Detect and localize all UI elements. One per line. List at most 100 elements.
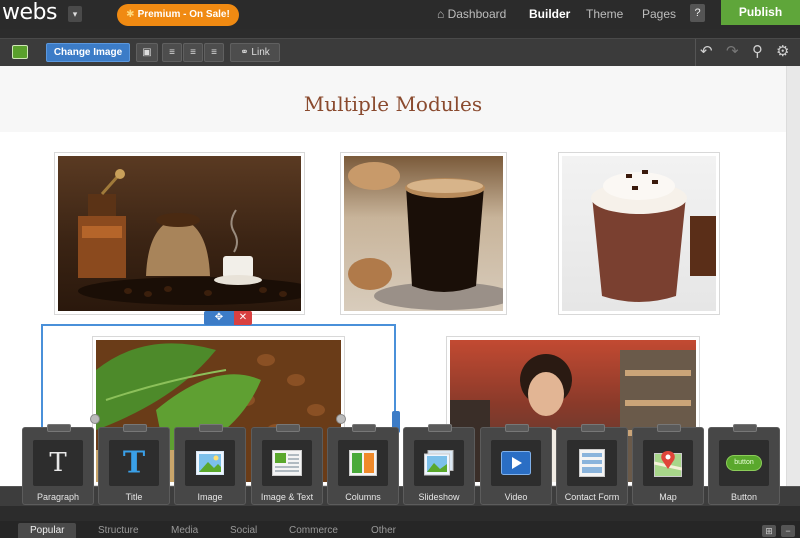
tab-commerce[interactable]: Commerce (289, 523, 338, 538)
star-icon: ✱ (126, 9, 135, 20)
module-label: Map (659, 492, 677, 502)
photo-hot-chocolate[interactable] (558, 152, 720, 315)
page-title[interactable]: Multiple Modules (0, 92, 786, 116)
module-tab (428, 424, 452, 432)
module-contact-form[interactable]: Contact Form (556, 424, 628, 505)
nav-theme[interactable]: Theme (586, 7, 623, 21)
photo-coffee-grinder[interactable] (54, 152, 305, 315)
editor-toolbar: Change Image ▣ ≡ ≡ ≡ ⚭ Link ↶ ↷ ⚲ ⚙ (0, 38, 800, 67)
resize-handle-right[interactable] (336, 414, 346, 424)
module-slideshow[interactable]: Slideshow (403, 424, 475, 505)
close-icon: ✕ (238, 312, 248, 323)
module-label: Contact Form (564, 492, 620, 502)
button-icon: button (726, 455, 762, 471)
module-columns[interactable]: Columns (327, 424, 399, 505)
module-icon-well (338, 440, 388, 486)
tab-social[interactable]: Social (230, 523, 257, 538)
change-image-button[interactable]: Change Image (46, 43, 130, 62)
module-tab (505, 424, 529, 432)
module-icon-well (262, 440, 312, 486)
module-tab (581, 424, 605, 432)
module-label: Columns (345, 492, 381, 502)
align-left-button[interactable]: ≡ (162, 43, 182, 62)
module-icon-well (567, 440, 617, 486)
module-button[interactable]: button Button (708, 424, 780, 505)
module-category-tabs: Popular Structure Media Social Commerce … (0, 521, 800, 538)
premium-sale-button[interactable]: ✱ Premium - On Sale! (117, 4, 239, 26)
nav-pages[interactable]: Pages (642, 7, 676, 21)
image-module-icon (12, 45, 28, 59)
hot-chocolate-image (591, 170, 716, 302)
image-frame-icon: ▣ (142, 47, 152, 58)
module-tab (352, 424, 376, 432)
editor-canvas: Multiple Modules ✥ ✕ (0, 66, 800, 494)
vertical-scrollbar[interactable] (786, 66, 800, 486)
search-icon[interactable]: ⚲ (752, 42, 763, 60)
module-image[interactable]: Image (174, 424, 246, 505)
redo-icon[interactable]: ↷ (726, 42, 739, 60)
align-left-icon: ≡ (169, 47, 175, 58)
module-tab (199, 424, 223, 432)
nav-dashboard[interactable]: ⌂ Dashboard (437, 7, 506, 21)
home-icon: ⌂ (437, 7, 445, 21)
module-icon-well (414, 440, 464, 486)
module-icon-well: button (719, 440, 769, 486)
module-tab (47, 424, 71, 432)
move-handle[interactable]: ✥ (204, 311, 234, 325)
align-center-button[interactable]: ≡ (183, 43, 203, 62)
module-tab (657, 424, 681, 432)
module-paragraph[interactable]: T Paragraph (22, 424, 94, 505)
tab-media[interactable]: Media (171, 523, 198, 538)
minimize-icon[interactable]: − (781, 525, 795, 537)
publish-button[interactable]: Publish (721, 0, 800, 25)
top-bar: webs ▾ ✱ Premium - On Sale! ⌂ Dashboard B… (0, 0, 800, 29)
module-label: Title (125, 492, 143, 502)
webs-logo[interactable]: webs (2, 0, 57, 25)
tab-structure[interactable]: Structure (98, 523, 139, 538)
module-label: Image (197, 492, 223, 502)
gear-icon[interactable]: ⚙ (776, 42, 789, 60)
align-center-icon: ≡ (190, 47, 196, 58)
align-right-icon: ≡ (211, 47, 217, 58)
image-text-icon (272, 450, 302, 476)
module-icon-well (643, 440, 693, 486)
photo-espresso-glass[interactable] (340, 152, 507, 315)
module-title[interactable]: T Title (98, 424, 170, 505)
module-image-text[interactable]: Image & Text (251, 424, 323, 505)
video-icon (501, 451, 531, 475)
module-icon-well: T (109, 440, 159, 486)
module-label: Video (504, 492, 528, 502)
module-icon-well (491, 440, 541, 486)
module-map[interactable]: Map (632, 424, 704, 505)
module-tab (123, 424, 147, 432)
tab-popular[interactable]: Popular (18, 523, 77, 538)
logo-menu-chevron-icon[interactable]: ▾ (68, 6, 82, 22)
module-tab (733, 424, 757, 432)
link-icon: ⚭ (240, 47, 249, 58)
move-icon: ✥ (214, 312, 224, 323)
delete-module-button[interactable]: ✕ (234, 311, 252, 325)
help-button[interactable]: ? (690, 4, 705, 22)
image-icon (196, 451, 224, 475)
map-icon (654, 451, 682, 477)
slideshow-icon (424, 450, 454, 476)
resize-handle-left[interactable] (90, 414, 100, 424)
columns-icon (349, 450, 377, 476)
module-tab (276, 424, 300, 432)
module-video[interactable]: Video (480, 424, 552, 505)
tab-other[interactable]: Other (371, 523, 396, 538)
nav-builder[interactable]: Builder (529, 7, 570, 21)
align-right-button[interactable]: ≡ (204, 43, 224, 62)
contact-form-icon (579, 449, 605, 477)
grid-view-icon[interactable]: ⊞ (762, 525, 776, 537)
paragraph-icon: T (49, 448, 67, 478)
module-icon-well: T (33, 440, 83, 486)
module-icon-well (185, 440, 235, 486)
image-settings-button[interactable]: ▣ (136, 43, 158, 62)
module-label: Paragraph (36, 492, 80, 502)
undo-icon[interactable]: ↶ (700, 42, 713, 60)
link-button[interactable]: ⚭ Link (230, 43, 280, 62)
coffee-grinder-image (78, 169, 301, 305)
title-icon: T (122, 445, 146, 481)
espresso-image (348, 162, 503, 310)
